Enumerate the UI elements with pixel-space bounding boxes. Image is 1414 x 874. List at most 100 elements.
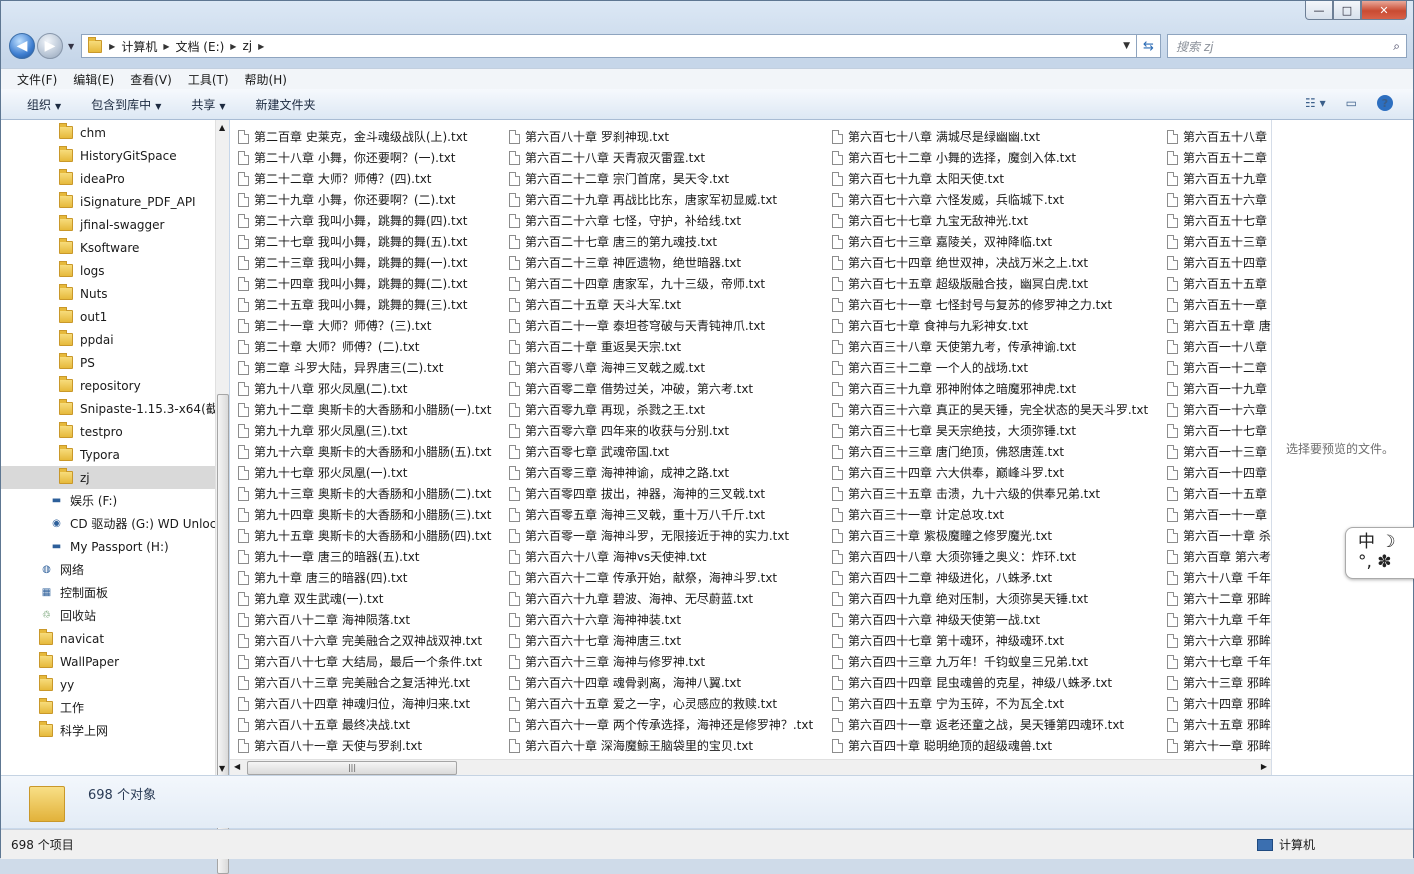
back-button[interactable]: ◀ <box>9 33 35 59</box>
file-item[interactable]: 第九十一章 唐三的暗器(五).txt <box>238 546 492 567</box>
scroll-down-icon[interactable]: ▼ <box>219 764 225 773</box>
file-item[interactable]: 第六百七十五章 超级版融合技，幽冥白虎.txt <box>832 273 1148 294</box>
file-item[interactable]: 第六百二十章 重返昊天宗.txt <box>509 336 813 357</box>
file-item[interactable]: 第六百章 第六考 <box>1167 546 1271 567</box>
file-item[interactable]: 第六百六十三章 海神与修罗神.txt <box>509 651 813 672</box>
forward-button[interactable]: ▶ <box>37 33 63 59</box>
nav-item[interactable]: ▬ My Passport (H:) <box>1 535 215 558</box>
file-item[interactable]: 第二十七章 我叫小舞，跳舞的舞(五).txt <box>238 231 492 252</box>
search-icon[interactable]: ⌕ <box>1393 39 1400 54</box>
nav-item[interactable]: Snipaste-1.15.3-x64(截 <box>1 397 215 420</box>
file-item[interactable]: 第六百六十一章 两个传承选择，海神还是修罗神？.txt <box>509 714 813 735</box>
address-dropdown-icon[interactable]: ▼ <box>1123 41 1136 51</box>
file-item[interactable]: 第二百章 史莱克，金斗魂级战队(上).txt <box>238 126 492 147</box>
file-item[interactable]: 第六百一十章 杀 <box>1167 525 1271 546</box>
file-item[interactable]: 第六百七十二章 小舞的选择，魔剑入体.txt <box>832 147 1148 168</box>
chevron-right-icon[interactable]: ▶ <box>258 42 264 51</box>
file-item[interactable]: 第六百五十二章 <box>1167 147 1271 168</box>
file-item[interactable]: 第六百五十七章 <box>1167 210 1271 231</box>
file-item[interactable]: 第六百四十六章 神级天使第一战.txt <box>832 609 1148 630</box>
file-item[interactable]: 第六百八十三章 完美融合之复活神光.txt <box>238 672 492 693</box>
address-bar[interactable]: ▶ 计算机 ▶ 文档 (E:) ▶ zj ▶ ▼ <box>81 34 1137 58</box>
file-item[interactable]: 第六百六十章 深海魔鲸王脑袋里的宝贝.txt <box>509 735 813 756</box>
file-item[interactable]: 第六百一十一章 <box>1167 504 1271 525</box>
close-button[interactable]: ✕ <box>1361 1 1407 20</box>
file-item[interactable]: 第六百三十八章 天使第九考，传承神谕.txt <box>832 336 1148 357</box>
file-item[interactable]: 第六百一十二章 <box>1167 357 1271 378</box>
file-item[interactable]: 第六百一十八章 <box>1167 336 1271 357</box>
nav-item[interactable]: HistoryGitSpace <box>1 144 215 167</box>
include-in-library-button[interactable]: 包含到库中 ▼ <box>91 96 161 113</box>
file-item[interactable]: 第六百三十五章 击溃，九十六级的供奉兄弟.txt <box>832 483 1148 504</box>
file-item[interactable]: 第六百七十三章 嘉陵关，双神降临.txt <box>832 231 1148 252</box>
nav-item[interactable]: jfinal-swagger <box>1 213 215 236</box>
file-item[interactable]: 第六百三十六章 真正的昊天锤，完全状态的昊天斗罗.txt <box>832 399 1148 420</box>
file-item[interactable]: 第六百五十五章 <box>1167 273 1271 294</box>
file-item[interactable]: 第六百七十九章 太阳天使.txt <box>832 168 1148 189</box>
file-item[interactable]: 第六百六十八章 海神vs天使神.txt <box>509 546 813 567</box>
ime-toolbar[interactable]: 中 ☽ °, ✽ <box>1345 527 1414 579</box>
file-item[interactable]: 第六百零六章 四年来的收获与分别.txt <box>509 420 813 441</box>
file-item[interactable]: 第二十三章 我叫小舞，跳舞的舞(一).txt <box>238 252 492 273</box>
scrollbar-thumb[interactable]: ||| <box>247 761 457 775</box>
preview-pane-icon[interactable]: ▭ <box>1346 96 1357 110</box>
file-item[interactable]: 第六百八十七章 大结局，最后一个条件.txt <box>238 651 492 672</box>
file-item[interactable]: 第六百四十一章 返老还童之战，昊天锤第四魂环.txt <box>832 714 1148 735</box>
file-item[interactable]: 第二十八章 小舞，你还要啊？(一).txt <box>238 147 492 168</box>
file-item[interactable]: 第六百三十章 紫极魔瞳之修罗魔光.txt <box>832 525 1148 546</box>
nav-item[interactable]: logs <box>1 259 215 282</box>
file-item[interactable]: 第六十三章 邪眸 <box>1167 672 1271 693</box>
file-item[interactable]: 第六十六章 邪眸 <box>1167 630 1271 651</box>
file-item[interactable]: 第六百三十九章 邪神附体之暗魔邪神虎.txt <box>832 378 1148 399</box>
scroll-left-icon[interactable]: ◀ <box>234 762 240 771</box>
file-item[interactable]: 第六百四十二章 神级进化，八蛛矛.txt <box>832 567 1148 588</box>
breadcrumb-drive-e[interactable]: 文档 (E:) <box>175 38 224 55</box>
navigation-scrollbar[interactable]: ▲ ▼ <box>215 120 229 874</box>
file-item[interactable]: 第六十七章 千年 <box>1167 651 1271 672</box>
breadcrumb-zj[interactable]: zj <box>242 39 252 53</box>
chevron-right-icon[interactable]: ▶ <box>163 42 169 51</box>
file-item[interactable]: 第六百二十八章 天青寂灭雷霆.txt <box>509 147 813 168</box>
file-item[interactable]: 第六百三十一章 计定总攻.txt <box>832 504 1148 525</box>
file-item[interactable]: 第二十五章 我叫小舞，跳舞的舞(三).txt <box>238 294 492 315</box>
file-item[interactable]: 第六百六十五章 爱之一字，心灵感应的救赎.txt <box>509 693 813 714</box>
file-item[interactable]: 第六百二十六章 七怪，守护，补给线.txt <box>509 210 813 231</box>
nav-item[interactable]: Nuts <box>1 282 215 305</box>
help-icon[interactable]: ? <box>1377 95 1393 111</box>
nav-item[interactable]: chm <box>1 121 215 144</box>
file-item[interactable]: 第六百五十一章 <box>1167 294 1271 315</box>
file-item[interactable]: 第二十九章 小舞，你还要啊？(二).txt <box>238 189 492 210</box>
file-item[interactable]: 第六百二十三章 神匠遗物，绝世暗器.txt <box>509 252 813 273</box>
file-item[interactable]: 第六百二十九章 再战比比东，唐家军初显威.txt <box>509 189 813 210</box>
share-button[interactable]: 共享 ▼ <box>191 96 225 113</box>
file-item[interactable]: 第六百四十三章 九万年！千钧蚁皇三兄弟.txt <box>832 651 1148 672</box>
file-item[interactable]: 第六百零一章 海神斗罗，无限接近于神的实力.txt <box>509 525 813 546</box>
nav-item[interactable]: ◉ CD 驱动器 (G:) WD Unloc <box>1 512 215 535</box>
file-item[interactable]: 第六百五十八章 <box>1167 126 1271 147</box>
nav-item[interactable]: iSignature_PDF_API <box>1 190 215 213</box>
file-item[interactable]: 第六百五十六章 <box>1167 189 1271 210</box>
nav-item[interactable]: Ksoftware <box>1 236 215 259</box>
file-item[interactable]: 第九十章 唐三的暗器(四).txt <box>238 567 492 588</box>
file-item[interactable]: 第六百六十四章 魂骨剥离，海神八翼.txt <box>509 672 813 693</box>
nav-item[interactable]: yy <box>1 673 215 696</box>
file-item[interactable]: 第九章 双生武魂(一).txt <box>238 588 492 609</box>
file-item[interactable]: 第六百三十七章 昊天宗绝技，大须弥锤.txt <box>832 420 1148 441</box>
file-item[interactable]: 第六百二十五章 天斗大军.txt <box>509 294 813 315</box>
nav-item[interactable]: ◍ 网络 <box>1 558 215 581</box>
menu-tools[interactable]: 工具(T) <box>188 71 229 88</box>
nav-item[interactable]: repository <box>1 374 215 397</box>
minimize-button[interactable]: — <box>1305 1 1333 20</box>
file-item[interactable]: 第六百二十一章 泰坦苍穹破与天青钝神爪.txt <box>509 315 813 336</box>
file-item[interactable]: 第六百零五章 海神三叉戟，重十万八千斤.txt <box>509 504 813 525</box>
menu-view[interactable]: 查看(V) <box>130 71 172 88</box>
file-item[interactable]: 第六百零四章 拔出，神器，海神的三叉戟.txt <box>509 483 813 504</box>
file-item[interactable]: 第六百零三章 海神神谕，成神之路.txt <box>509 462 813 483</box>
nav-item[interactable]: testpro <box>1 420 215 443</box>
file-item[interactable]: 第二十六章 我叫小舞，跳舞的舞(四).txt <box>238 210 492 231</box>
file-item[interactable]: 第六百一十七章 <box>1167 420 1271 441</box>
file-item[interactable]: 第六百八十章 罗刹神现.txt <box>509 126 813 147</box>
menu-file[interactable]: 文件(F) <box>17 71 57 88</box>
file-item[interactable]: 第六百八十一章 天使与罗刹.txt <box>238 735 492 756</box>
nav-item[interactable]: ▦ 控制面板 <box>1 581 215 604</box>
